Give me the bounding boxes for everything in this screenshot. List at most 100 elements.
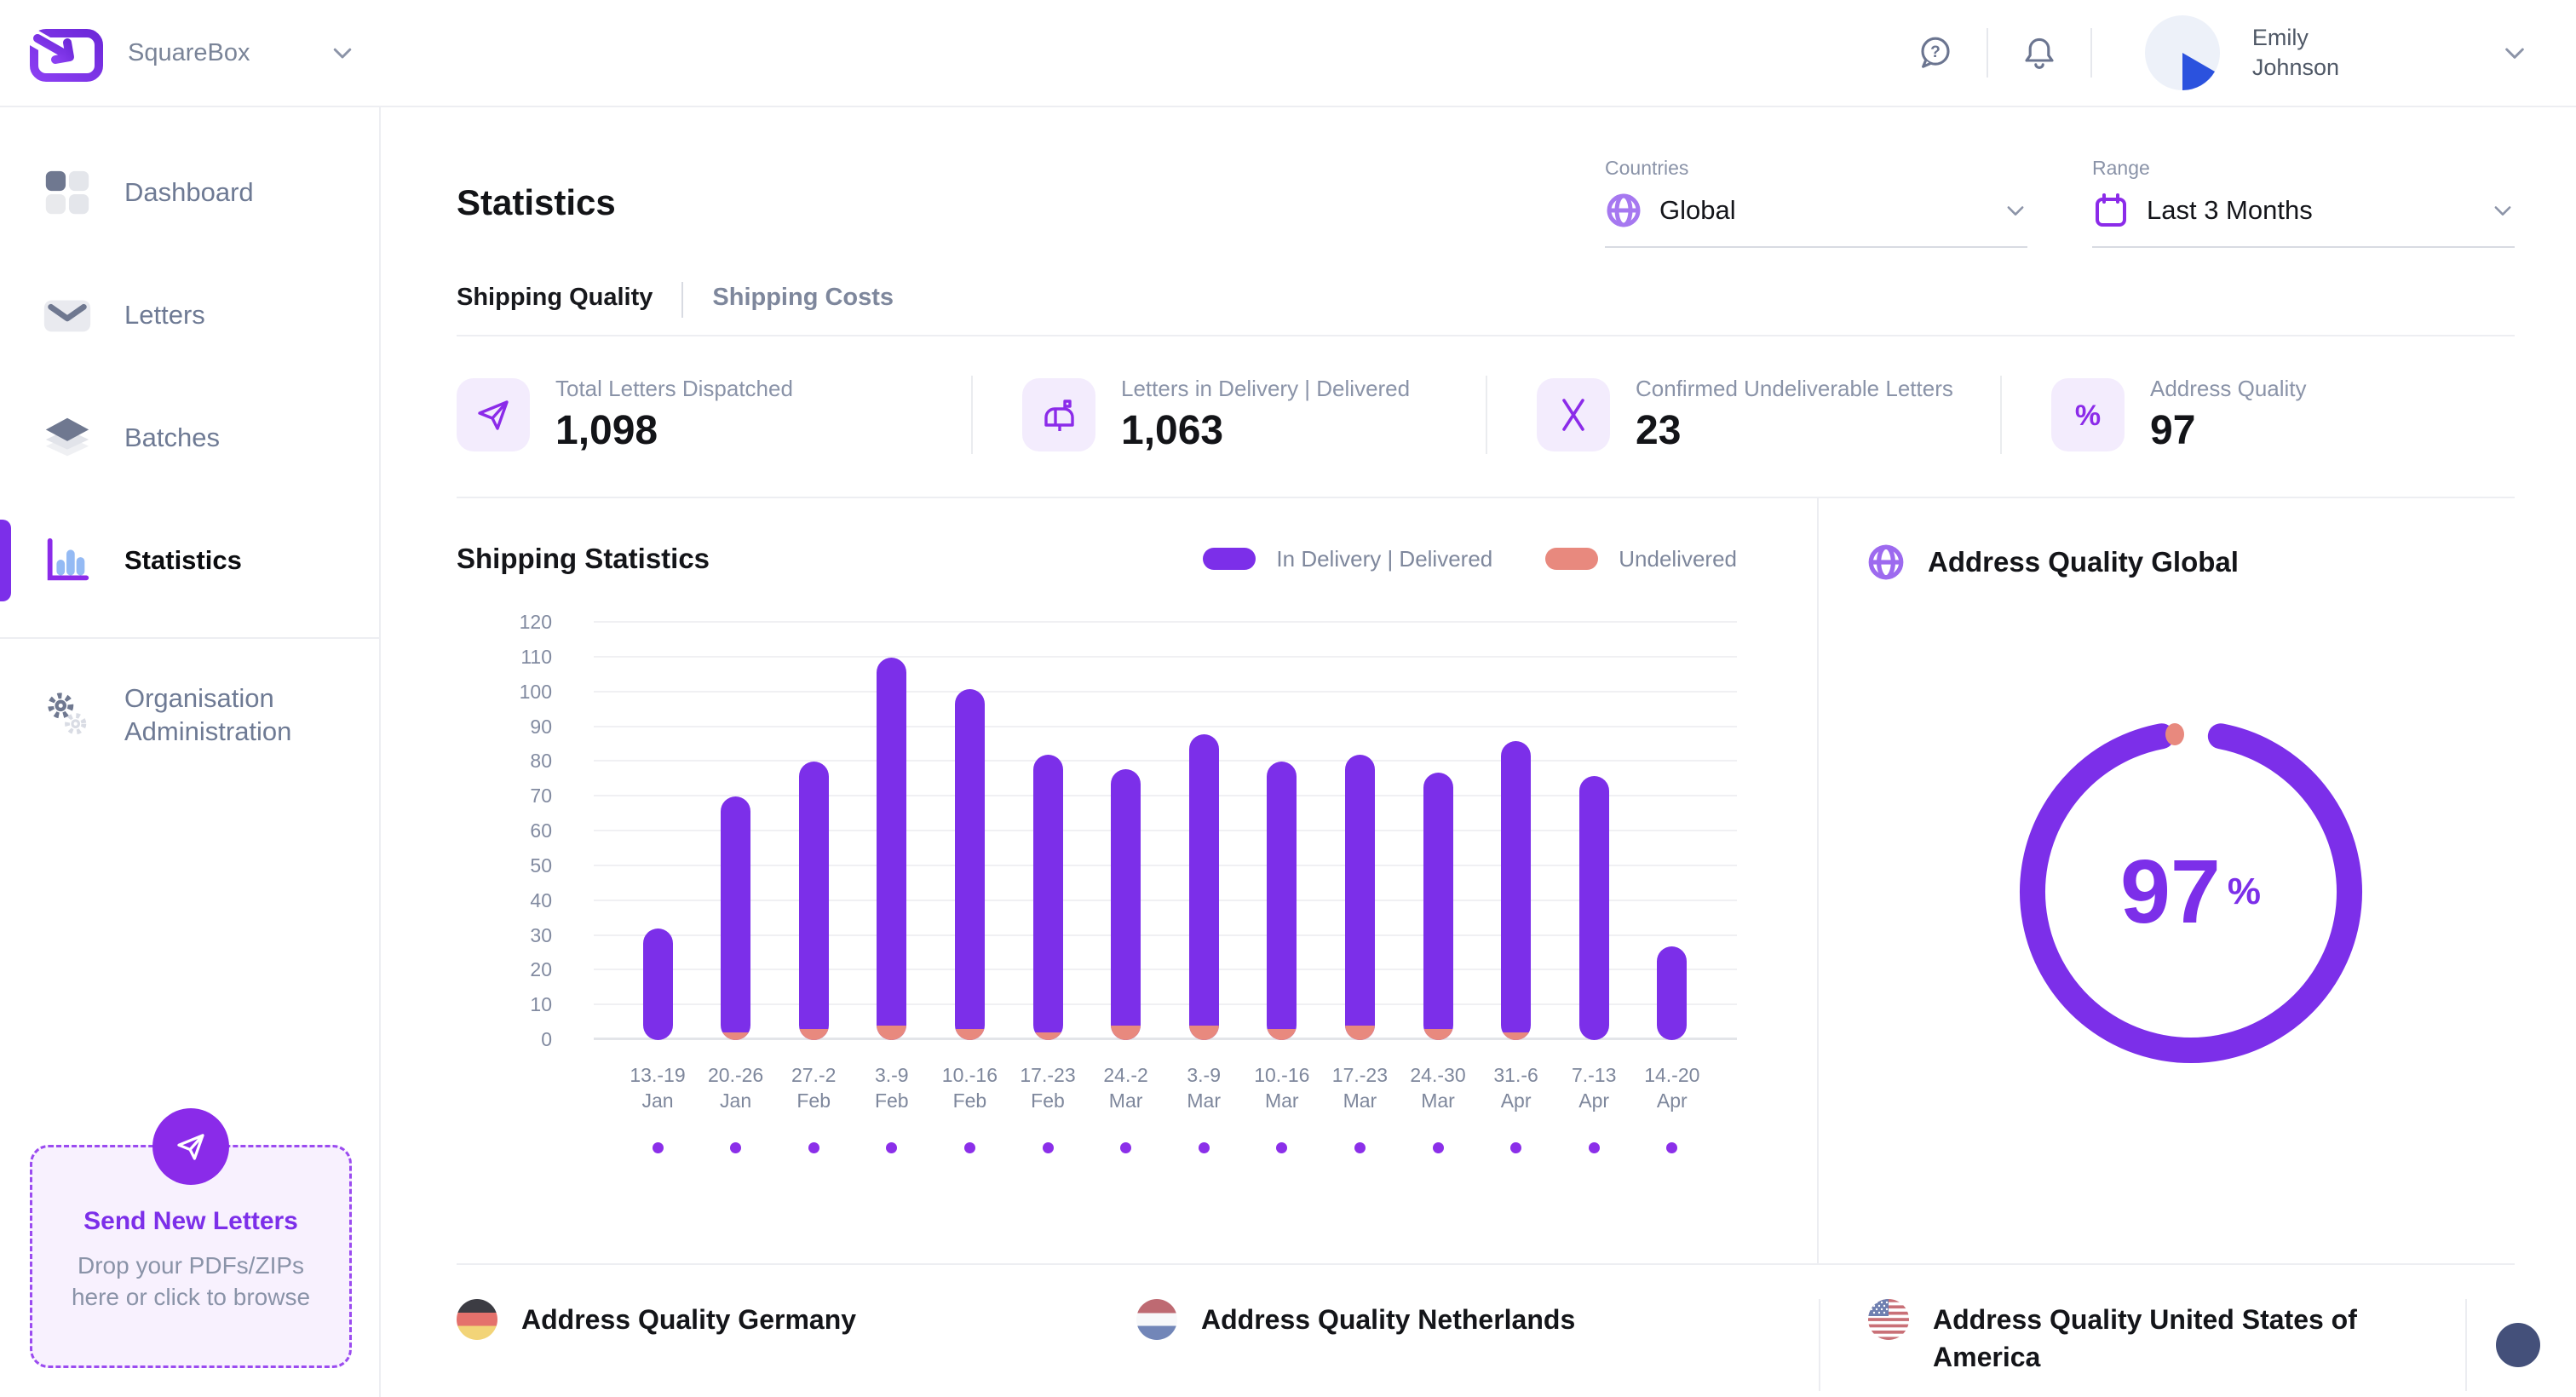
x-axis-dot — [808, 1142, 819, 1153]
gridline — [594, 760, 1737, 762]
address-quality-donut-chart: 97 % — [2007, 708, 2375, 1076]
percent-icon: % — [2051, 378, 2125, 451]
gridline — [594, 656, 1737, 658]
sidebar-item-batches[interactable]: Batches — [0, 377, 379, 499]
x-axis-dot — [1354, 1142, 1366, 1153]
page-title: Statistics — [457, 182, 616, 223]
brand-name: SquareBox — [128, 39, 250, 67]
sidebar-divider — [0, 637, 379, 639]
y-axis-label: 70 — [457, 785, 552, 808]
bar — [1423, 773, 1453, 1040]
help-button[interactable]: ? — [1884, 32, 1987, 73]
next-country-sliver — [2467, 1299, 2515, 1391]
countries-filter[interactable]: Countries Global — [1605, 157, 2027, 248]
y-axis-label: 90 — [457, 716, 552, 739]
address-quality-global-section: Address Quality Global 97 % — [1817, 498, 2515, 1263]
gridline — [594, 865, 1737, 866]
countries-filter-value: Global — [1659, 195, 1736, 226]
bar — [1111, 769, 1141, 1040]
card-value: 1,098 — [555, 407, 793, 454]
question-mark-glyph: ? — [1930, 43, 1941, 61]
shipping-statistics-section: Shipping Statistics In Delivery | Delive… — [457, 498, 1817, 1263]
bar — [1657, 946, 1687, 1040]
user-menu-chevron-down-icon[interactable] — [2501, 39, 2528, 66]
topbar-separator — [2090, 28, 2092, 78]
topbar-right: ? Emily Johnson — [1884, 12, 2576, 94]
germany-flag-icon — [457, 1299, 497, 1340]
range-filter-label: Range — [2092, 157, 2515, 180]
bar — [1345, 755, 1375, 1040]
address-quality-netherlands[interactable]: Address Quality Netherlands — [1136, 1299, 1819, 1391]
bar-undelivered-tip — [1033, 1032, 1063, 1040]
y-axis-label: 120 — [457, 611, 552, 634]
card-label: Confirmed Undeliverable Letters — [1636, 376, 1953, 402]
sidebar-item-statistics[interactable]: Statistics — [0, 499, 379, 622]
countries-filter-label: Countries — [1605, 157, 2027, 180]
bar — [877, 658, 906, 1040]
squarebox-logo-icon — [27, 20, 106, 86]
brand-area[interactable]: SquareBox — [0, 20, 381, 86]
envelope-icon — [39, 289, 95, 342]
y-axis-label: 50 — [457, 854, 552, 877]
card-label: Total Letters Dispatched — [555, 376, 793, 402]
sidebar-item-letters[interactable]: Letters — [0, 254, 379, 377]
percent-glyph: % — [2075, 400, 2101, 432]
send-new-letters-dropzone[interactable]: Send New Letters Drop your PDFs/ZIPs her… — [30, 1145, 352, 1368]
card-confirmed-undeliverable: Confirmed Undeliverable Letters 23 — [1486, 376, 2000, 454]
bar — [955, 689, 985, 1040]
shipping-statistics-title: Shipping Statistics — [457, 543, 710, 575]
legend-swatch-delivered — [1203, 548, 1256, 570]
sidebar-item-dashboard[interactable]: Dashboard — [0, 131, 379, 254]
calendar-icon — [2092, 192, 2130, 229]
gridline — [594, 934, 1737, 936]
bar-chart-icon — [39, 534, 95, 587]
gridline — [594, 900, 1737, 901]
card-label: Letters in Delivery | Delivered — [1121, 376, 1410, 402]
x-axis-dot — [1199, 1142, 1210, 1153]
bar — [721, 796, 750, 1040]
main-content: Statistics Countries Global — [382, 157, 2576, 1391]
y-axis-label: 110 — [457, 646, 552, 669]
card-value: 97 — [2150, 407, 2307, 454]
range-filter-value: Last 3 Months — [2147, 195, 2313, 226]
globe-icon — [1605, 192, 1642, 229]
user-name: Emily Johnson — [2252, 23, 2339, 83]
x-axis-dot — [964, 1142, 975, 1153]
shipping-statistics-bar-chart: 010203040506070809010011012013.-19Jan20.… — [457, 623, 1737, 1172]
bar — [1501, 741, 1531, 1040]
x-axis-dot — [1043, 1142, 1054, 1153]
x-axis-dot — [1276, 1142, 1287, 1153]
range-filter[interactable]: Range Last 3 Months — [2092, 157, 2515, 248]
donut-value: 97 — [2120, 841, 2221, 944]
stats-cards-row: Total Letters Dispatched 1,098 Letters i… — [457, 336, 2515, 497]
x-axis-dot — [1433, 1142, 1444, 1153]
notifications-bell-button[interactable] — [1988, 32, 2090, 73]
active-indicator — [0, 520, 11, 601]
partial-flag-icon — [2496, 1323, 2540, 1367]
sidebar-item-organisation-administration[interactable]: Organisation Administration — [0, 654, 379, 777]
y-axis-label: 30 — [457, 924, 552, 947]
address-quality-usa[interactable]: Address Quality United States of America — [1819, 1299, 2467, 1391]
address-quality-germany[interactable]: Address Quality Germany — [457, 1299, 1136, 1391]
card-value: 23 — [1636, 407, 1953, 454]
bar-undelivered-tip — [721, 1032, 750, 1040]
dashboard-grid-icon — [39, 166, 95, 219]
gridline — [594, 621, 1737, 623]
bar — [799, 762, 829, 1040]
range-chevron-down-icon — [2491, 198, 2515, 222]
gridline — [594, 1003, 1737, 1005]
card-label: Address Quality — [2150, 376, 2307, 402]
x-axis-dot — [1666, 1142, 1677, 1153]
tab-bar: Shipping Quality Shipping Costs — [457, 282, 2515, 336]
x-axis-dot — [1510, 1142, 1521, 1153]
gridline — [594, 795, 1737, 796]
paper-plane-icon — [457, 378, 530, 451]
y-axis-label: 40 — [457, 889, 552, 912]
y-axis-label: 10 — [457, 993, 552, 1016]
avatar[interactable] — [2142, 12, 2223, 94]
x-axis-label: 14.-20Apr — [1617, 1062, 1728, 1113]
tab-shipping-quality[interactable]: Shipping Quality — [457, 284, 653, 334]
brand-chevron-down-icon[interactable] — [330, 40, 355, 66]
tab-shipping-costs[interactable]: Shipping Costs — [712, 284, 894, 334]
country-quality-row: Address Quality Germany Address Quality … — [457, 1263, 2515, 1391]
